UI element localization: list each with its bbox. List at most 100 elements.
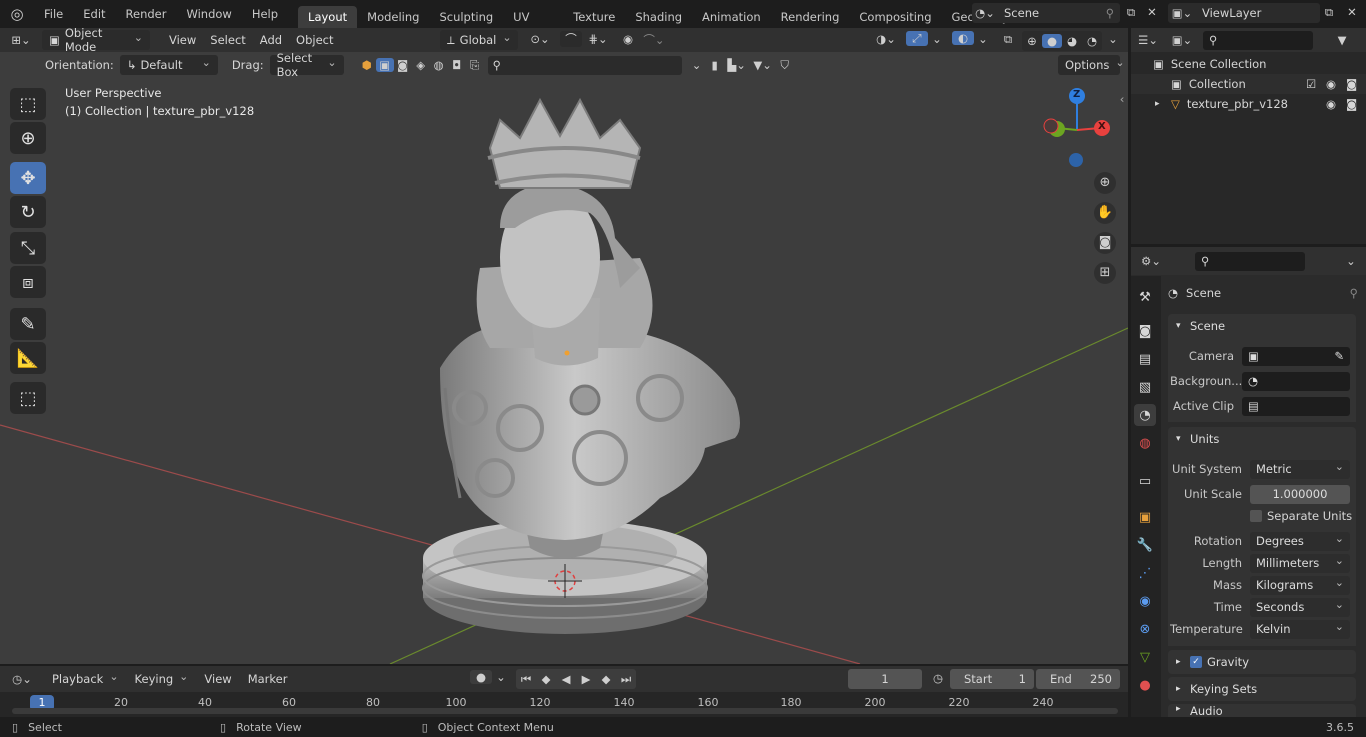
perspective-grid-icon[interactable]: ⊞ bbox=[1094, 262, 1116, 284]
menu-help[interactable]: Help bbox=[242, 3, 288, 25]
next-keyframe-icon[interactable]: ◆ bbox=[596, 672, 616, 686]
zoom-icon[interactable]: ⊕ bbox=[1094, 172, 1116, 194]
tab-layout[interactable]: Layout bbox=[298, 6, 358, 28]
menu-render[interactable]: Render bbox=[116, 3, 177, 25]
camera-icon[interactable]: ◙ bbox=[1346, 77, 1366, 91]
timeline-editor-icon[interactable]: ◷⌄ bbox=[0, 672, 44, 686]
marker-menu[interactable]: Marker bbox=[240, 672, 296, 686]
autokey-menu-icon[interactable]: ⌄ bbox=[494, 670, 508, 684]
outliner-row[interactable]: ▸ ▽ texture_pbr_v128 ◉ ◙ bbox=[1131, 94, 1366, 114]
gravity-checkbox[interactable]: ✓ bbox=[1190, 656, 1202, 668]
sidebar-toggle-icon[interactable]: ‹ bbox=[1116, 92, 1128, 106]
temperature-dropdown[interactable]: Kelvin bbox=[1250, 619, 1350, 639]
menu-edit[interactable]: Edit bbox=[73, 3, 115, 25]
menu-file[interactable]: File bbox=[34, 3, 73, 25]
scene-panel-header[interactable]: ▾ Scene bbox=[1168, 314, 1356, 338]
scale-tool[interactable]: ⤡ bbox=[10, 232, 46, 264]
background-field[interactable]: ◔ bbox=[1242, 371, 1350, 391]
outliner-search[interactable]: ⚲ bbox=[1203, 30, 1313, 50]
move-tool[interactable]: ✥ bbox=[10, 162, 46, 194]
outliner-row[interactable]: ▣ Collection ☑ ◉ ◙ bbox=[1131, 74, 1366, 94]
gravity-panel-header[interactable]: ▸ ✓ Gravity bbox=[1168, 650, 1356, 674]
scene-collection-row[interactable]: ▣ Scene Collection bbox=[1131, 54, 1366, 74]
camera-view-icon[interactable]: ◙ bbox=[1094, 232, 1116, 254]
properties-pin-icon[interactable]: ⚲ bbox=[1350, 286, 1358, 300]
tab-modeling[interactable]: Modeling bbox=[357, 6, 429, 28]
annotate-tool[interactable]: ✎ bbox=[10, 308, 46, 340]
eye-icon[interactable]: ◉ bbox=[1326, 97, 1346, 111]
tool-tab-icon[interactable]: ⚒ bbox=[1134, 286, 1156, 308]
scene-selector[interactable]: ◔⌄ Scene ⚲ bbox=[972, 3, 1120, 23]
tab-compositing[interactable]: Compositing bbox=[849, 6, 941, 28]
jump-end-icon[interactable]: ⏭ bbox=[616, 672, 636, 687]
properties-editor-icon[interactable]: ⚙⌄ bbox=[1131, 254, 1171, 268]
measure-tool[interactable]: 📐 bbox=[10, 342, 46, 374]
rotation-dropdown[interactable]: Degrees bbox=[1250, 531, 1350, 551]
view-layer-selector[interactable]: ▣⌄ ViewLayer bbox=[1168, 3, 1320, 23]
tab-animation[interactable]: Animation bbox=[692, 6, 771, 28]
prev-keyframe-icon[interactable]: ◆ bbox=[536, 672, 556, 686]
outliner-editor-icon[interactable]: ☰⌄ bbox=[1131, 33, 1165, 47]
viewport-3d[interactable]: ⊞⌄ ▣ Object Mode View Select Add Object … bbox=[0, 28, 1128, 664]
camera-field[interactable]: ▣ ✎ bbox=[1242, 346, 1350, 366]
stopwatch-icon[interactable]: ◷ bbox=[930, 671, 946, 685]
keying-menu[interactable]: Keying bbox=[127, 672, 197, 686]
select-box-tool[interactable]: ⬚ bbox=[10, 88, 46, 120]
output-tab-icon[interactable]: ▤ bbox=[1134, 348, 1156, 370]
view-layer-tab-icon[interactable]: ▧ bbox=[1134, 376, 1156, 398]
checkbox-icon[interactable]: ☑ bbox=[1306, 77, 1326, 91]
constraints-tab-icon[interactable]: ⊗ bbox=[1134, 618, 1156, 640]
play-reverse-icon[interactable]: ◀ bbox=[556, 672, 576, 686]
separate-units-checkbox[interactable] bbox=[1250, 510, 1262, 522]
time-dropdown[interactable]: Seconds bbox=[1250, 597, 1350, 617]
eyedropper-icon[interactable]: ✎ bbox=[1334, 349, 1344, 363]
blender-logo-icon[interactable]: ◎ bbox=[0, 5, 34, 23]
queen-bust[interactable] bbox=[440, 97, 740, 558]
jump-start-icon[interactable]: ⏮ bbox=[516, 672, 536, 687]
end-frame-field[interactable]: End 250 bbox=[1036, 669, 1120, 689]
transform-tool[interactable]: ⧈ bbox=[10, 266, 46, 298]
tab-uv-editing[interactable]: UV Editing bbox=[503, 6, 563, 28]
separate-units-row[interactable]: Separate Units bbox=[1250, 507, 1352, 525]
add-cube-tool[interactable]: ⬚ bbox=[10, 382, 46, 414]
pin-icon[interactable]: ⚲ bbox=[1100, 6, 1120, 20]
modifier-tab-icon[interactable]: 🔧 bbox=[1134, 534, 1156, 556]
unit-scale-field[interactable]: 1.000000 bbox=[1250, 484, 1350, 504]
new-view-layer-icon[interactable]: ⧉ bbox=[1320, 5, 1338, 20]
new-scene-icon[interactable]: ⧉ bbox=[1122, 5, 1140, 20]
properties-options-icon[interactable]: ⌄ bbox=[1341, 254, 1361, 268]
play-icon[interactable]: ▶ bbox=[576, 672, 596, 686]
playback-menu[interactable]: Playback bbox=[44, 672, 127, 686]
unit-system-dropdown[interactable]: Metric bbox=[1250, 459, 1350, 479]
record-button[interactable]: ● bbox=[470, 670, 492, 684]
pan-hand-icon[interactable]: ✋ bbox=[1094, 202, 1116, 224]
tab-sculpting[interactable]: Sculpting bbox=[429, 6, 503, 28]
current-frame-field[interactable]: 1 bbox=[848, 669, 922, 689]
object-tab-icon[interactable]: ▣ bbox=[1134, 506, 1156, 528]
menu-window[interactable]: Window bbox=[176, 3, 241, 25]
remove-view-layer-icon[interactable]: ✕ bbox=[1344, 5, 1360, 19]
eye-icon[interactable]: ◉ bbox=[1326, 77, 1346, 91]
tab-shading[interactable]: Shading bbox=[625, 6, 692, 28]
material-tab-icon[interactable]: ● bbox=[1134, 674, 1156, 696]
expand-arrow-icon[interactable]: ▸ bbox=[1155, 99, 1171, 109]
rotate-tool[interactable]: ↻ bbox=[10, 196, 46, 228]
render-tab-icon[interactable]: ◙ bbox=[1134, 320, 1156, 342]
collection-tab-icon[interactable]: ▭ bbox=[1134, 470, 1156, 492]
timeline-view-menu[interactable]: View bbox=[196, 672, 239, 686]
audio-panel-header[interactable]: ▸ Audio bbox=[1168, 704, 1356, 717]
remove-scene-icon[interactable]: ✕ bbox=[1144, 5, 1160, 19]
properties-search[interactable]: ⚲ bbox=[1195, 251, 1305, 271]
tab-rendering[interactable]: Rendering bbox=[771, 6, 850, 28]
units-panel-header[interactable]: ▾ Units bbox=[1168, 427, 1356, 451]
cursor-tool[interactable]: ⊕ bbox=[10, 122, 46, 154]
keying-sets-panel-header[interactable]: ▸ Keying Sets bbox=[1168, 677, 1356, 701]
particles-tab-icon[interactable]: ⋰ bbox=[1134, 562, 1156, 584]
data-tab-icon[interactable]: ▽ bbox=[1134, 646, 1156, 668]
mass-dropdown[interactable]: Kilograms bbox=[1250, 575, 1350, 595]
outliner-filter-icon[interactable]: ▼ bbox=[1327, 33, 1357, 47]
scene-tab-icon[interactable]: ◔ bbox=[1134, 404, 1156, 426]
start-frame-field[interactable]: Start 1 bbox=[950, 669, 1034, 689]
camera-icon[interactable]: ◙ bbox=[1346, 97, 1366, 111]
world-tab-icon[interactable]: ◍ bbox=[1134, 432, 1156, 454]
